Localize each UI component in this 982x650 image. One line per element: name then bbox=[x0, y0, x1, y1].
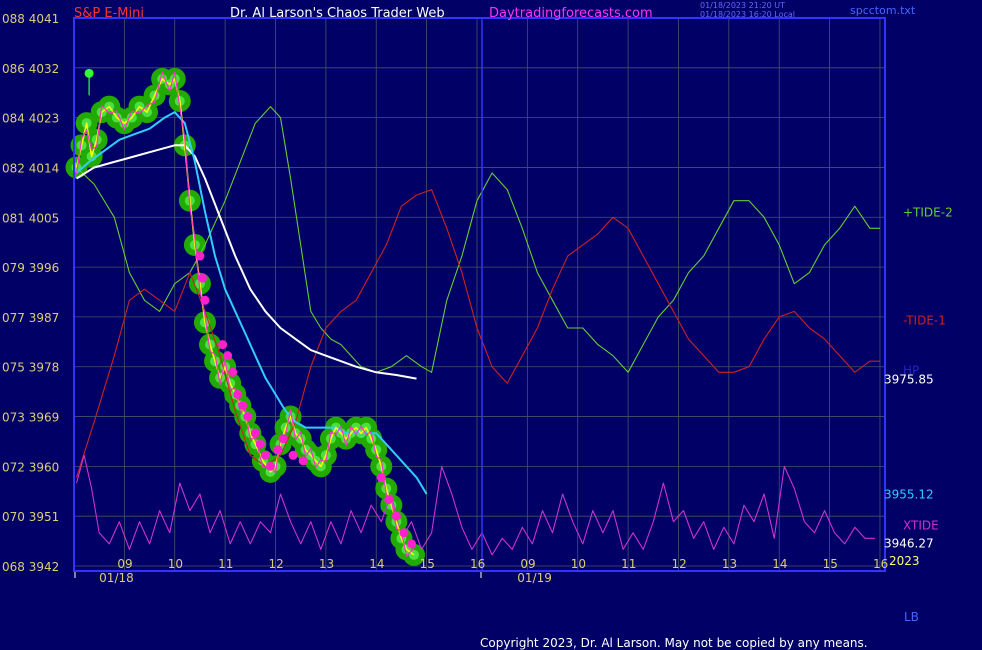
x-tick-label: 14 bbox=[772, 557, 787, 571]
magenta-dot bbox=[200, 295, 210, 305]
magenta-dot bbox=[223, 351, 233, 361]
instrument-label: S&P E-Mini bbox=[74, 6, 144, 21]
y-tick-label: 077 3987 bbox=[2, 311, 59, 325]
y-tick-label: 075 3978 bbox=[2, 361, 59, 375]
magenta-dot bbox=[298, 456, 308, 466]
y-tick-label: 070 3951 bbox=[2, 510, 59, 524]
x-tick-label: 10 bbox=[168, 557, 183, 571]
x-tick-label: 11 bbox=[621, 557, 636, 571]
y-tick-label: 081 4005 bbox=[2, 211, 59, 225]
magenta-dot bbox=[406, 539, 416, 549]
magenta-dot bbox=[260, 450, 270, 460]
x-tick-label: 16 bbox=[873, 557, 888, 571]
magenta-dot bbox=[243, 412, 253, 422]
date-label: 01/18 bbox=[99, 571, 134, 585]
y-tick-label: 082 4014 bbox=[2, 161, 59, 175]
magenta-dot bbox=[218, 340, 228, 350]
right-label: -TIDE-1 bbox=[903, 314, 946, 328]
magenta-dot bbox=[384, 495, 394, 505]
right-label: XTIDE bbox=[903, 518, 939, 532]
y-tick-label: 084 4023 bbox=[2, 112, 59, 126]
right-label: 3955.12 bbox=[884, 487, 934, 501]
magenta-dot bbox=[288, 450, 298, 460]
chart-svg: 088 4041 086 4032 084 4023 082 4014 081 4005… bbox=[0, 0, 982, 650]
magenta-dot bbox=[278, 434, 288, 444]
right-label: 3946.27 bbox=[884, 536, 934, 550]
magenta-dot bbox=[233, 389, 243, 399]
magenta-dot bbox=[228, 367, 238, 377]
x-tick-label: 16 bbox=[470, 557, 485, 571]
magenta-dot bbox=[238, 400, 248, 410]
x-tick-label: 09 bbox=[117, 557, 132, 571]
x-tick-label: 12 bbox=[268, 557, 283, 571]
date-label: 01/19 bbox=[517, 571, 552, 585]
magenta-dot bbox=[376, 472, 386, 482]
y-tick-label: 072 3960 bbox=[2, 460, 59, 474]
timestamp-local: 01/18/2023 16:20 Local bbox=[700, 10, 795, 19]
copyright-notice: Copyright 2023, Dr. Al Larson. May not b… bbox=[480, 636, 868, 650]
y-tick-label: 088 4041 bbox=[2, 12, 59, 26]
magenta-dot bbox=[265, 461, 275, 471]
y-tick-label: 073 3969 bbox=[2, 411, 59, 425]
right-label: 3975.85 bbox=[884, 373, 934, 387]
timestamp-ut: 01/18/2023 21:20 UT bbox=[700, 1, 785, 10]
x-tick-label: 13 bbox=[722, 557, 737, 571]
year-label: 2023 bbox=[889, 554, 920, 568]
x-tick-label: 09 bbox=[520, 557, 535, 571]
chart-title: Dr. Al Larson's Chaos Trader Web bbox=[230, 6, 445, 21]
magenta-dot bbox=[255, 439, 265, 449]
x-tick-label: 10 bbox=[571, 557, 586, 571]
lb-label: LB bbox=[904, 610, 919, 624]
site-link[interactable]: Daytradingforecasts.com bbox=[489, 6, 653, 21]
magenta-dot bbox=[197, 273, 207, 283]
magenta-dot bbox=[250, 428, 260, 438]
y-tick-label: 079 3996 bbox=[2, 261, 59, 275]
magenta-dot bbox=[273, 445, 283, 455]
x-tick-label: 13 bbox=[319, 557, 334, 571]
magenta-dot bbox=[399, 528, 409, 538]
magenta-dot bbox=[391, 511, 401, 521]
x-tick-label: 15 bbox=[420, 557, 435, 571]
chart-filename: spcctom.txt bbox=[850, 4, 916, 17]
right-label: +TIDE-2 bbox=[903, 206, 953, 220]
x-tick-label: 15 bbox=[823, 557, 838, 571]
x-tick-label: 11 bbox=[218, 557, 233, 571]
x-tick-label: 12 bbox=[671, 557, 686, 571]
magenta-dot bbox=[195, 251, 205, 261]
x-tick-label: 14 bbox=[369, 557, 384, 571]
y-tick-label: 086 4032 bbox=[2, 62, 59, 76]
y-tick-label: 068 3942 bbox=[2, 560, 59, 574]
